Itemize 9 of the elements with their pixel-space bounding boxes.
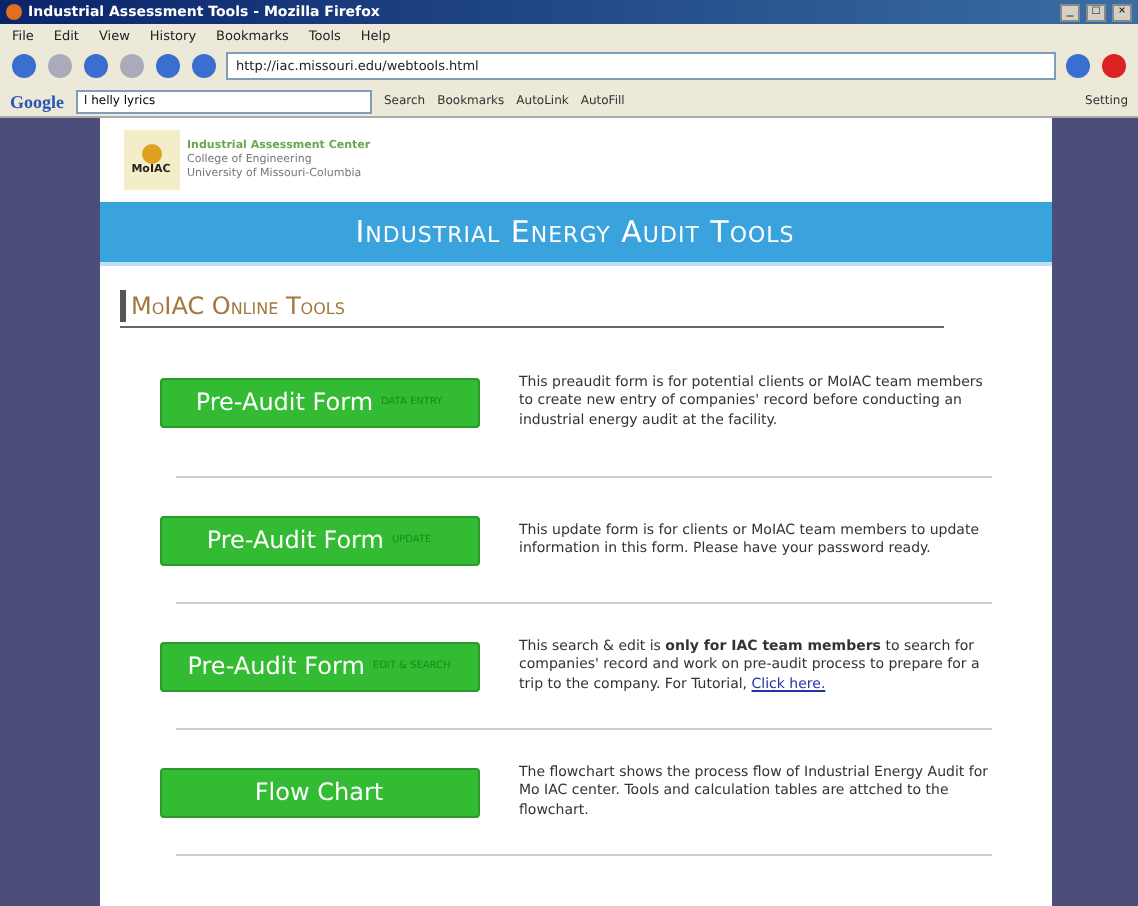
google-logo: Google [10, 91, 64, 111]
section-title: MoIAC Online Tools [131, 292, 345, 320]
nav-button-icon[interactable] [190, 52, 218, 80]
nav-button-icon[interactable] [1064, 52, 1092, 80]
nav-button-icon[interactable] [154, 52, 182, 80]
nav-button-icon[interactable] [1100, 52, 1128, 80]
page-banner: Industrial Energy Audit Tools [99, 202, 1051, 266]
nav-button-icon[interactable] [82, 52, 110, 80]
nav-button-icon[interactable] [10, 52, 38, 80]
